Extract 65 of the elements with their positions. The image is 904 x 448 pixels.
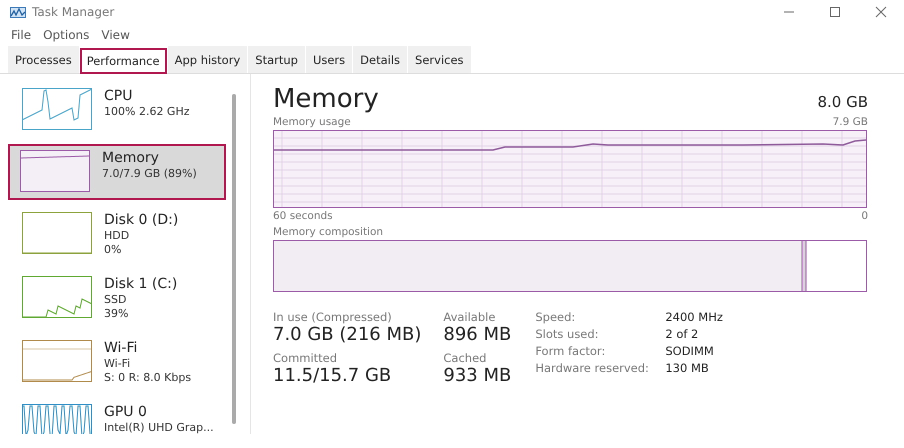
tab[interactable]: Services	[408, 46, 471, 73]
resource-detail: Intel(R) UHD Grap...	[104, 421, 214, 434]
resource-item[interactable]: Memory 7.0/7.9 GB (89%)	[8, 144, 226, 200]
axis-label: 0	[861, 210, 868, 222]
graph-thumbnail	[22, 88, 92, 130]
menu-item[interactable]: View	[101, 28, 130, 42]
property-label: Slots used:	[535, 327, 600, 341]
property-value: SODIMM	[665, 344, 715, 358]
menu-item[interactable]: Options	[43, 28, 90, 42]
resource-detail: 39%	[104, 307, 130, 320]
tab[interactable]: App history	[168, 46, 248, 73]
resource-item[interactable]: GPU 0 Intel(R) UHD Grap...	[10, 398, 226, 434]
graph-thumbnail	[22, 212, 92, 254]
graph-thumbnail	[22, 340, 92, 382]
property-value: 2400 MHz	[665, 310, 723, 324]
stat-value: 896 MB	[443, 324, 512, 345]
stat-value: 11.5/15.7 GB	[273, 365, 392, 386]
graph-thumbnail	[20, 150, 90, 192]
resource-item[interactable]: Disk 1 (C:) SSD 39%	[10, 270, 226, 328]
resource-name: Disk 1 (C:)	[104, 276, 178, 292]
resource-name: Wi-Fi	[104, 340, 138, 356]
property-value: 130 MB	[665, 361, 710, 375]
panel-title: Memory	[273, 84, 379, 114]
menu-item[interactable]: File	[11, 28, 32, 42]
chart-label: Memory usage	[273, 116, 351, 128]
resource-name: Disk 0 (D:)	[104, 212, 178, 228]
tab[interactable]: Startup	[248, 46, 305, 73]
stat-label: Available	[443, 310, 496, 324]
resource-name: Memory	[102, 150, 160, 166]
resource-detail: 7.0/7.9 GB (89%)	[102, 167, 197, 180]
window-title: Task Manager	[32, 5, 116, 19]
close-icon[interactable]	[875, 6, 887, 18]
stat-label: Committed	[273, 351, 338, 365]
chart-max: 7.9 GB	[832, 116, 868, 128]
stat-label: Cached	[443, 351, 488, 365]
tab[interactable]: Details	[353, 46, 408, 73]
resource-item[interactable]: Wi-Fi Wi-Fi S: 0 R: 8.0 Kbps	[10, 334, 226, 392]
chart-label: Memory composition	[273, 226, 384, 238]
resource-detail: SSD	[104, 293, 128, 306]
resource-detail: 100% 2.62 GHz	[104, 105, 190, 118]
resource-detail: Wi-Fi	[104, 357, 132, 370]
graph-thumbnail	[22, 276, 92, 318]
app-icon	[10, 6, 26, 18]
tab[interactable]: Performance	[80, 48, 167, 74]
property-label: Hardware reserved:	[535, 361, 650, 375]
property-label: Speed:	[535, 310, 576, 324]
resource-detail: HDD	[104, 229, 130, 242]
resource-detail: S: 0 R: 8.0 Kbps	[104, 371, 192, 384]
axis-label: 60 seconds	[273, 210, 333, 222]
stat-value: 933 MB	[443, 365, 512, 386]
scrollbar[interactable]	[232, 94, 236, 424]
graph-thumbnail	[22, 404, 92, 434]
property-value: 2 of 2	[665, 327, 700, 341]
resource-detail: 0%	[104, 243, 122, 256]
resource-name: GPU 0	[104, 404, 148, 420]
maximize-icon[interactable]	[829, 6, 841, 18]
resource-item[interactable]: CPU 100% 2.62 GHz	[10, 82, 226, 138]
resource-item[interactable]: Disk 0 (D:) HDD 0%	[10, 206, 226, 264]
stat-value: 7.0 GB (216 MB)	[273, 324, 422, 345]
resource-name: CPU	[104, 88, 134, 104]
tab[interactable]: Users	[306, 46, 352, 73]
tab[interactable]: Processes	[8, 46, 79, 73]
property-label: Form factor:	[535, 344, 606, 358]
memory-total: 8.0 GB	[817, 93, 868, 111]
stat-label: In use (Compressed)	[273, 310, 393, 324]
